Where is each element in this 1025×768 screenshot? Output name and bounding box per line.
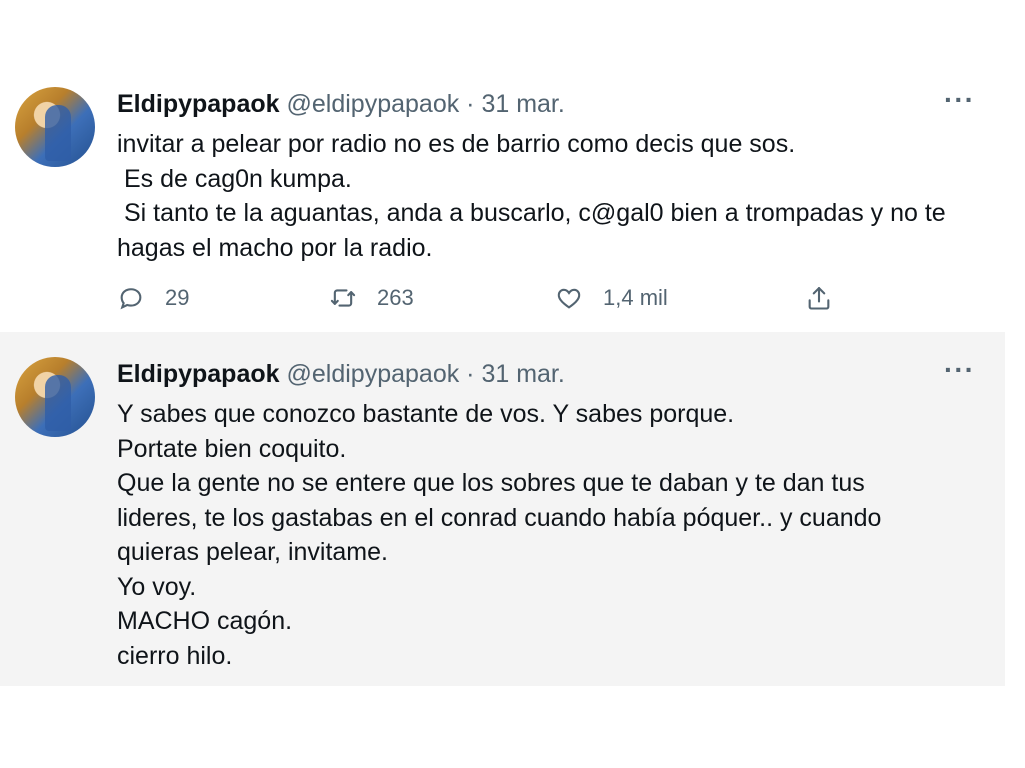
tweet[interactable]: Eldipypapaok @eldipypapaok · 31 mar. ···… <box>0 62 1005 332</box>
tweet-text-line: quieras pelear, invitame. <box>117 538 388 566</box>
retweet-count: 263 <box>377 285 414 310</box>
tweet-header: Eldipypapaok @eldipypapaok · 31 mar. <box>117 359 565 389</box>
tweet-text-line: cierro hilo. <box>117 641 233 670</box>
tweet-text-line: Y sabes que conozco bastante de vos. Y s… <box>117 400 735 428</box>
author-handle[interactable]: @eldipypapaok <box>287 90 460 118</box>
author-name[interactable]: Eldipypapaok <box>117 360 280 388</box>
avatar[interactable] <box>15 87 95 167</box>
tweet-text-line: invitar a pelear por radio no es de barr… <box>117 130 796 158</box>
share-button[interactable] <box>805 284 853 312</box>
tweet-header: Eldipypapaok @eldipypapaok · 31 mar. <box>117 89 565 119</box>
tweet-text-line: Portate bien coquito. <box>117 434 347 463</box>
reply-button[interactable]: 29 <box>117 284 189 312</box>
tweet-text-line: hagas el macho por la radio. <box>117 233 433 262</box>
author-name[interactable]: Eldipypapaok <box>117 90 280 118</box>
tweet-date[interactable]: 31 mar. <box>481 90 564 118</box>
author-handle[interactable]: @eldipypapaok <box>287 360 460 388</box>
like-count: 1,4 mil <box>603 285 668 310</box>
tweet-text-line: MACHO cagón. <box>117 607 293 635</box>
tweet-actions: 29 263 1,4 mil <box>117 284 877 314</box>
avatar[interactable] <box>15 357 95 437</box>
tweet-text-line: lideres, te los gastabas en el conrad cu… <box>117 503 882 532</box>
separator-dot: · <box>466 360 475 388</box>
more-options-icon[interactable]: ··· <box>944 354 975 386</box>
retweet-icon <box>330 289 356 307</box>
tweet-text-line: Que la gente no se entere que los sobres… <box>117 469 865 497</box>
tweet-text: invitar a pelear por radio no es de barr… <box>117 127 987 265</box>
share-icon <box>808 287 830 310</box>
retweet-button[interactable]: 263 <box>329 284 414 312</box>
tweet-text-line: Yo voy. <box>117 572 197 601</box>
like-button[interactable]: 1,4 mil <box>555 284 668 312</box>
tweet[interactable]: Eldipypapaok @eldipypapaok · 31 mar. ···… <box>0 332 1005 686</box>
tweet-text-line: Si tanto te la aguantas, anda a buscarlo… <box>117 199 946 227</box>
separator-dot: · <box>466 90 475 118</box>
more-options-icon[interactable]: ··· <box>944 84 975 116</box>
reply-icon <box>120 288 142 310</box>
tweet-date[interactable]: 31 mar. <box>481 360 564 388</box>
tweet-text: Y sabes que conozco bastante de vos. Y s… <box>117 397 987 673</box>
tweet-text-line: Es de cag0n kumpa. <box>117 164 352 193</box>
heart-icon <box>557 288 581 309</box>
reply-count: 29 <box>165 285 190 310</box>
